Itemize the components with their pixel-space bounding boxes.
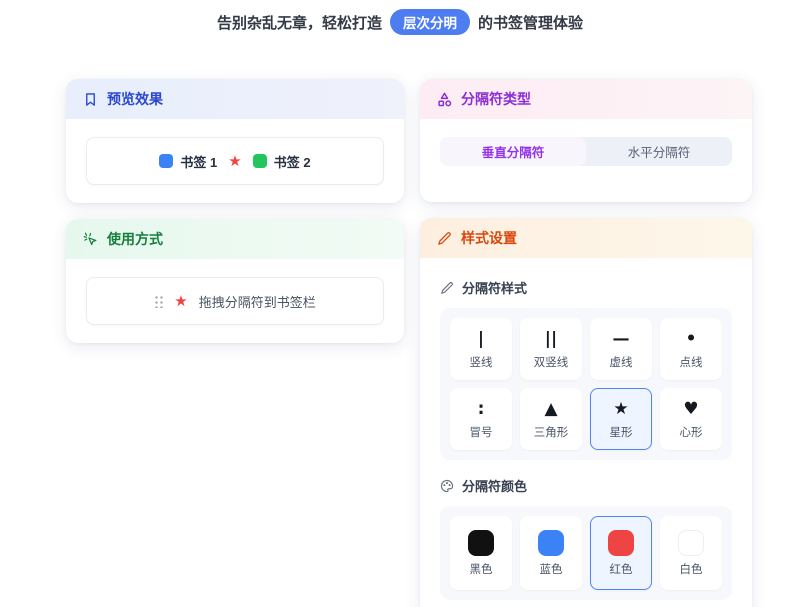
color-label: 红色: [610, 561, 633, 577]
color-swatch: [608, 530, 634, 556]
style-label: 三角形: [534, 424, 569, 440]
headline-badge: 层次分明: [390, 9, 470, 35]
tab-horizontal-separator[interactable]: 水平分隔符: [586, 137, 732, 166]
tab-vertical-separator[interactable]: 垂直分隔符: [440, 137, 586, 166]
color-label: 黑色: [470, 561, 493, 577]
preview-card: 预览效果 书签 1 ★ 书签 2: [66, 79, 404, 203]
main-layout: 预览效果 书签 1 ★ 书签 2: [66, 79, 752, 607]
right-column: 分隔符类型 垂直分隔符 水平分隔符 样式设置: [420, 79, 752, 607]
drag-hint-text: 拖拽分隔符到书签栏: [199, 292, 316, 311]
style-label: 心形: [680, 424, 703, 440]
style-label: 冒号: [470, 424, 493, 440]
style-symbol: —: [613, 329, 630, 349]
separator-type-card: 分隔符类型 垂直分隔符 水平分隔符: [420, 79, 752, 202]
cursor-click-icon: [83, 232, 98, 247]
style-settings-card: 样式设置 分隔符样式 | 竖线 || 双竖线: [420, 218, 752, 607]
left-column: 预览效果 书签 1 ★ 书签 2: [66, 79, 404, 343]
palette-icon: [440, 479, 454, 493]
style-symbol: •: [686, 329, 697, 349]
usage-card-body: ★ 拖拽分隔符到书签栏: [66, 259, 404, 343]
separator-color-grid: 黑色 蓝色 红色 白色: [440, 506, 732, 600]
style-symbol: :: [478, 399, 485, 419]
separator-star-icon: ★: [228, 154, 241, 169]
preview-card-title: 预览效果: [107, 89, 163, 109]
separator-star-icon: ★: [174, 294, 187, 309]
color-option-black[interactable]: 黑色: [450, 516, 512, 590]
style-symbol: ★: [613, 399, 628, 419]
color-swatch: [468, 530, 494, 556]
preview-card-body: 书签 1 ★ 书签 2: [66, 119, 404, 203]
separator-type-body: 垂直分隔符 水平分隔符: [420, 119, 752, 202]
style-settings-title: 样式设置: [461, 228, 517, 248]
color-label: 白色: [680, 561, 703, 577]
separator-type-tabs: 垂直分隔符 水平分隔符: [440, 137, 732, 166]
paintbrush-icon: [437, 231, 452, 246]
bookmark-label: 书签 2: [274, 152, 311, 171]
usage-card-header: 使用方式: [66, 219, 404, 259]
headline-pre: 告别杂乱无章，轻松打造: [217, 12, 382, 33]
style-settings-body: 分隔符样式 | 竖线 || 双竖线 — 虚线: [420, 258, 752, 607]
usage-card-title: 使用方式: [107, 229, 163, 249]
style-option-dash[interactable]: — 虚线: [590, 318, 652, 380]
style-symbol: |: [478, 329, 484, 349]
style-option-colon[interactable]: : 冒号: [450, 388, 512, 450]
color-swatch: [678, 530, 704, 556]
separator-type-header: 分隔符类型: [420, 79, 752, 119]
style-option-dot[interactable]: • 点线: [660, 318, 722, 380]
bookmark-item: 书签 2: [253, 152, 311, 171]
bookmark-label: 书签 1: [180, 152, 217, 171]
separator-color-title: 分隔符颜色: [462, 476, 527, 495]
draggable-separator[interactable]: ★ 拖拽分隔符到书签栏: [86, 277, 384, 325]
separator-style-subheader: 分隔符样式: [440, 278, 732, 297]
bookmark-favicon: [253, 154, 267, 168]
style-label: 虚线: [610, 354, 633, 370]
separator-style-title: 分隔符样式: [462, 278, 527, 297]
style-option-triangle[interactable]: ▲ 三角形: [520, 388, 582, 450]
headline: 告别杂乱无章，轻松打造 层次分明 的书签管理体验: [0, 9, 800, 35]
color-swatch: [538, 530, 564, 556]
pen-icon: [440, 281, 454, 295]
color-label: 蓝色: [540, 561, 563, 577]
usage-card: 使用方式 ★ 拖拽分隔符到书签栏: [66, 219, 404, 343]
drag-handle-icon[interactable]: [154, 294, 163, 308]
bookmark-bar-preview: 书签 1 ★ 书签 2: [86, 137, 384, 185]
shapes-icon: [437, 92, 452, 107]
color-option-blue[interactable]: 蓝色: [520, 516, 582, 590]
style-option-star[interactable]: ★ 星形: [590, 388, 652, 450]
color-option-white[interactable]: 白色: [660, 516, 722, 590]
style-settings-header: 样式设置: [420, 218, 752, 258]
separator-type-title: 分隔符类型: [461, 89, 531, 109]
color-option-red[interactable]: 红色: [590, 516, 652, 590]
style-symbol: ♥: [683, 399, 698, 419]
style-label: 点线: [680, 354, 703, 370]
headline-post: 的书签管理体验: [478, 12, 583, 33]
style-option-vertical-line[interactable]: | 竖线: [450, 318, 512, 380]
separator-color-subheader: 分隔符颜色: [440, 476, 732, 495]
style-label: 竖线: [470, 354, 493, 370]
bookmark-icon: [83, 92, 98, 107]
style-option-heart[interactable]: ♥ 心形: [660, 388, 722, 450]
style-option-double-line[interactable]: || 双竖线: [520, 318, 582, 380]
style-symbol: ||: [545, 329, 557, 349]
preview-card-header: 预览效果: [66, 79, 404, 119]
bookmark-favicon: [159, 154, 173, 168]
style-label: 星形: [610, 424, 633, 440]
style-symbol: ▲: [544, 399, 557, 419]
bookmark-item: 书签 1: [159, 152, 217, 171]
style-label: 双竖线: [534, 354, 569, 370]
separator-style-grid: | 竖线 || 双竖线 — 虚线 • 点线: [440, 308, 732, 460]
